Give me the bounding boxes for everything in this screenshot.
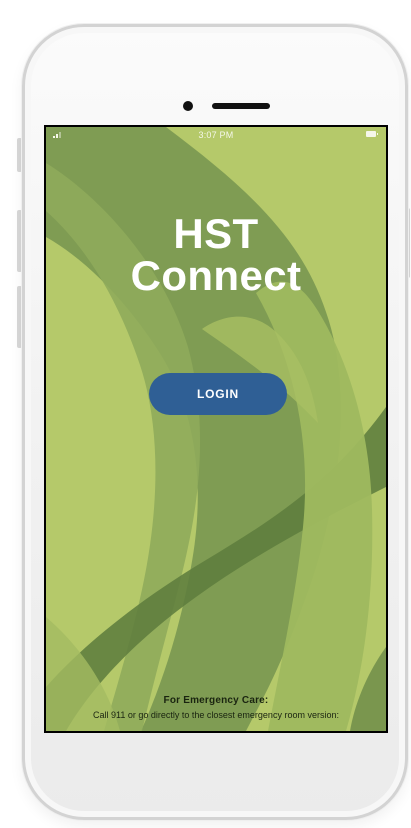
phone-screen: 3:07 PM HST Connect LOGIN For Emergency … bbox=[44, 125, 388, 733]
login-button[interactable]: LOGIN bbox=[149, 373, 287, 415]
status-bar: 3:07 PM bbox=[46, 127, 386, 143]
app-title-line-2: Connect bbox=[130, 252, 302, 299]
status-time: 3:07 PM bbox=[198, 130, 234, 140]
earpiece-speaker bbox=[212, 103, 270, 109]
login-button-label: LOGIN bbox=[197, 387, 239, 401]
app-title-line-1: HST bbox=[173, 210, 259, 257]
front-camera bbox=[183, 101, 193, 111]
battery-icon bbox=[366, 131, 378, 137]
emergency-care-title: For Emergency Care: bbox=[163, 695, 269, 706]
app-screen: 3:07 PM HST Connect LOGIN For Emergency … bbox=[46, 127, 386, 731]
app-title: HST Connect bbox=[46, 213, 386, 297]
emergency-care-text: Call 911 or go directly to the closest e… bbox=[93, 710, 339, 720]
emergency-care-info: For Emergency Care: Call 911 or go direc… bbox=[46, 695, 386, 721]
device-frame: 3:07 PM HST Connect LOGIN For Emergency … bbox=[0, 0, 411, 828]
